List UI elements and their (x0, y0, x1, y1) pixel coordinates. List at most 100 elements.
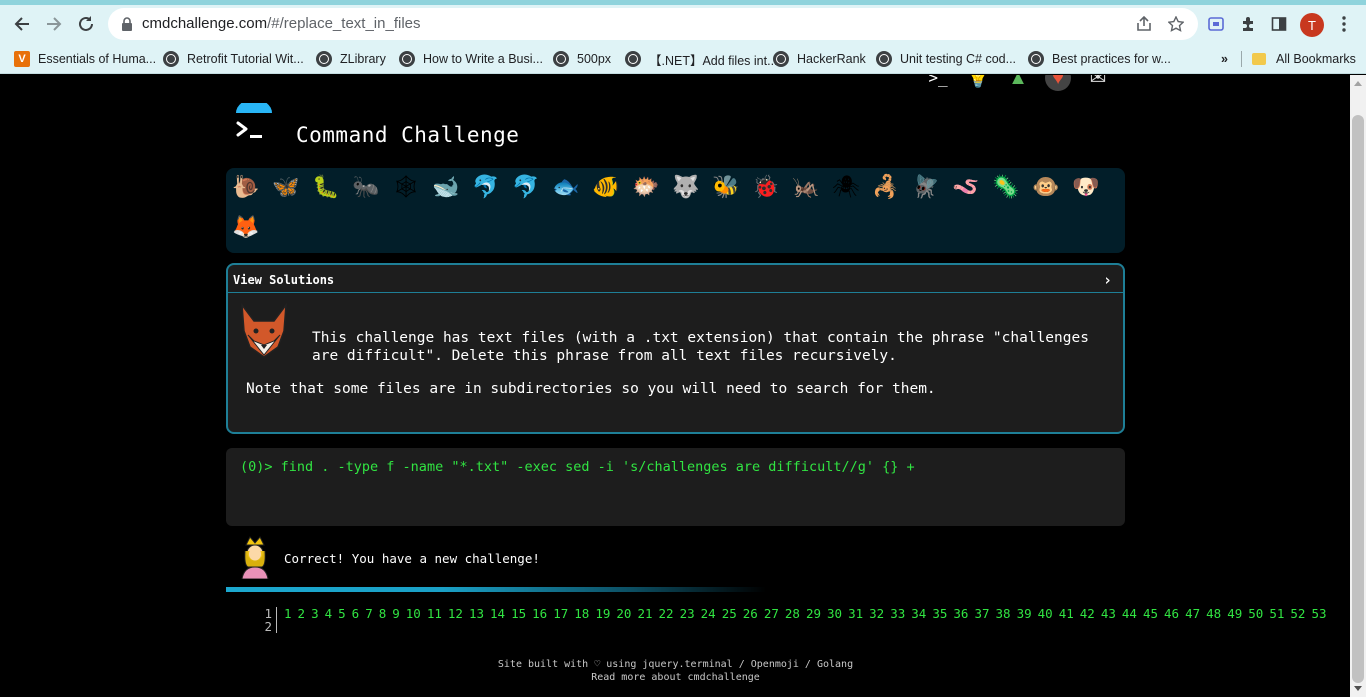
reload-icon[interactable] (70, 8, 102, 40)
level-link[interactable]: 35 (932, 606, 947, 621)
scroll-down-arrow-icon[interactable] (1354, 686, 1362, 691)
share-icon[interactable] (1134, 14, 1154, 34)
side-panel-icon[interactable] (1268, 13, 1290, 35)
level-link[interactable]: 7 (365, 606, 373, 621)
level-link[interactable]: 34 (911, 606, 926, 621)
bookmark-item[interactable]: HackerRank (773, 50, 866, 68)
mail-icon[interactable]: ✉ (1085, 75, 1111, 91)
bookmark-item[interactable]: 【.NET】Add files int... (625, 50, 778, 68)
microbe-icon[interactable]: 🦠 (990, 171, 1022, 203)
level-link[interactable]: 25 (722, 606, 737, 621)
level-link[interactable]: 53 (1311, 606, 1326, 621)
level-link[interactable]: 18 (574, 606, 589, 621)
lightbulb-icon[interactable]: 💡 (965, 75, 991, 91)
spider-web-icon[interactable]: 🕸 (390, 171, 422, 203)
all-bookmarks-button[interactable]: All Bookmarks (1252, 50, 1356, 68)
level-link[interactable]: 31 (848, 606, 863, 621)
level-link[interactable]: 20 (616, 606, 631, 621)
dog-icon[interactable]: 🐶 (1070, 171, 1102, 203)
level-link[interactable]: 51 (1269, 606, 1284, 621)
fly-icon[interactable]: 🪰 (910, 171, 942, 203)
level-link[interactable]: 26 (743, 606, 758, 621)
level-link[interactable]: 23 (680, 606, 695, 621)
fox-icon[interactable]: 🦊 (230, 211, 262, 243)
screen-cast-icon[interactable] (1205, 13, 1227, 35)
level-link[interactable]: 15 (511, 606, 526, 621)
level-link[interactable]: 40 (1038, 606, 1053, 621)
level-link[interactable]: 50 (1248, 606, 1263, 621)
terminal-link-icon[interactable]: >_ (925, 75, 951, 91)
bookmark-star-icon[interactable] (1166, 14, 1186, 34)
dolphin-icon[interactable]: 🐬 (510, 171, 542, 203)
chevron-right-icon[interactable]: › (1103, 271, 1112, 289)
level-link[interactable]: 11 (427, 606, 442, 621)
level-link[interactable]: 27 (764, 606, 779, 621)
level-link[interactable]: 13 (469, 606, 484, 621)
spider-icon[interactable]: 🕷 (830, 171, 862, 203)
bookmark-item[interactable]: Best practices for w... (1028, 50, 1171, 68)
lock-icon[interactable] (120, 17, 134, 31)
snail-icon[interactable]: 🐌 (230, 171, 262, 203)
level-link[interactable]: 22 (659, 606, 674, 621)
bookmark-item[interactable]: ZLibrary (316, 50, 386, 68)
monkey-icon[interactable]: 🐵 (1030, 171, 1062, 203)
level-link[interactable]: 5 (338, 606, 346, 621)
profile-avatar[interactable]: T (1300, 13, 1324, 37)
back-arrow-icon[interactable] (6, 8, 38, 40)
extensions-icon[interactable] (1237, 13, 1259, 35)
menu-kebab-icon[interactable] (1333, 13, 1355, 35)
level-link[interactable]: 17 (553, 606, 568, 621)
terminal-command-line[interactable]: (0)> find . -type f -name "*.txt" -exec … (240, 459, 915, 475)
level-link[interactable]: 48 (1206, 606, 1221, 621)
level-link[interactable]: 45 (1143, 606, 1158, 621)
address-bar[interactable]: cmdchallenge.com/#/replace_text_in_files (108, 8, 1198, 40)
level-link[interactable]: 16 (532, 606, 547, 621)
level-link[interactable]: 38 (996, 606, 1011, 621)
cricket-icon[interactable]: 🦗 (790, 171, 822, 203)
level-link[interactable]: 21 (637, 606, 652, 621)
tree-icon[interactable]: ▲ (1005, 75, 1031, 91)
scroll-up-arrow-icon[interactable] (1354, 81, 1362, 86)
level-link[interactable]: 6 (352, 606, 360, 621)
terminal-command[interactable]: find . -type f -name "*.txt" -exec sed -… (281, 459, 915, 475)
level-link[interactable]: 49 (1227, 606, 1242, 621)
level-link[interactable]: 4 (325, 606, 333, 621)
heart-icon[interactable]: ♥ (1045, 75, 1071, 91)
read-more-link[interactable]: Read more about cmdchallenge (591, 672, 760, 683)
wolf-icon[interactable]: 🐺 (670, 171, 702, 203)
level-link[interactable]: 12 (448, 606, 463, 621)
bookmark-item[interactable]: Unit testing C# cod... (876, 50, 1016, 68)
level-link[interactable]: 1 (284, 606, 292, 621)
level-link[interactable]: 8 (379, 606, 387, 621)
bee-icon[interactable]: 🐝 (710, 171, 742, 203)
level-link[interactable]: 41 (1059, 606, 1074, 621)
bookmark-item[interactable]: 500px (553, 50, 611, 68)
level-link[interactable]: 2 (298, 606, 306, 621)
level-link[interactable]: 37 (974, 606, 989, 621)
dolphin-icon[interactable]: 🐬 (470, 171, 502, 203)
level-link[interactable]: 14 (490, 606, 505, 621)
page-scrollbar[interactable] (1350, 75, 1366, 697)
level-link[interactable]: 33 (890, 606, 905, 621)
bookmark-item[interactable]: Retrofit Tutorial Wit... (163, 50, 304, 68)
blowfish-icon[interactable]: 🐡 (630, 171, 662, 203)
fish-icon[interactable]: 🐟 (550, 171, 582, 203)
level-link[interactable]: 29 (806, 606, 821, 621)
scroll-thumb[interactable] (1352, 115, 1364, 683)
butterfly-icon[interactable]: 🦋 (270, 171, 302, 203)
ladybug-icon[interactable]: 🐞 (750, 171, 782, 203)
caterpillar-icon[interactable]: 🐛 (310, 171, 342, 203)
terminal-console[interactable]: (0)> find . -type f -name "*.txt" -exec … (226, 448, 1125, 526)
level-link[interactable]: 30 (827, 606, 842, 621)
level-link[interactable]: 10 (406, 606, 421, 621)
view-solutions-header[interactable]: View Solutions › (228, 265, 1123, 293)
whale-icon[interactable]: 🐋 (430, 171, 462, 203)
bookmark-item[interactable]: V Essentials of Huma... (14, 50, 156, 68)
level-link[interactable]: 19 (595, 606, 610, 621)
scorpion-icon[interactable]: 🦂 (870, 171, 902, 203)
forward-arrow-icon[interactable] (38, 8, 70, 40)
level-link[interactable]: 46 (1164, 606, 1179, 621)
bookmarks-overflow-button[interactable]: » (1221, 50, 1228, 68)
level-link[interactable]: 52 (1290, 606, 1305, 621)
level-link[interactable]: 9 (392, 606, 400, 621)
